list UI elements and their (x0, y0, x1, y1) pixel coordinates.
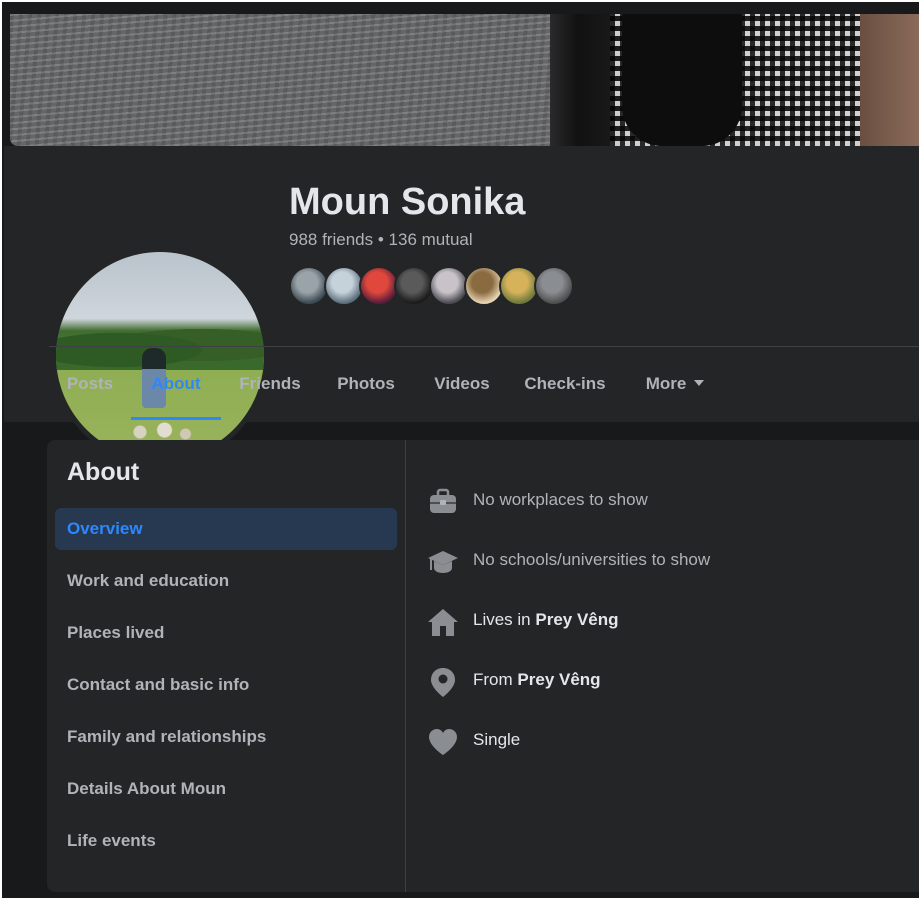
friend-avatar[interactable] (499, 266, 539, 306)
overview-lives: Lives in Prey Vêng (427, 604, 907, 640)
heart-icon (427, 726, 459, 758)
mutual-count[interactable]: 136 mutual (389, 230, 473, 249)
home-icon (427, 606, 459, 638)
friends-summary[interactable]: 988 friends • 136 mutual (289, 230, 473, 250)
about-nav-contact-info[interactable]: Contact and basic info (55, 664, 397, 706)
tab-check-ins[interactable]: Check-ins (519, 348, 611, 420)
overview-from: From Prey Vêng (427, 664, 907, 700)
about-card: About Overview Work and education Places… (47, 440, 919, 892)
profile-header: Moun Sonika 988 friends • 136 mutual Pos… (4, 146, 919, 465)
overview-school: No schools/universities to show (427, 544, 907, 580)
separator-dot: • (377, 230, 384, 249)
briefcase-icon (427, 486, 459, 518)
overview-school-text: No schools/universities to show (473, 550, 711, 569)
about-title: About (67, 458, 140, 486)
caret-down-icon (694, 379, 705, 386)
from-place-link[interactable]: Prey Vêng (517, 670, 600, 689)
about-nav-work-education[interactable]: Work and education (55, 560, 397, 602)
overview-from-text: From Prey Vêng (473, 670, 601, 689)
lives-place-link[interactable]: Prey Vêng (535, 610, 618, 629)
about-divider (405, 440, 406, 892)
tab-friends[interactable]: Friends (229, 348, 311, 420)
graduation-cap-icon (427, 546, 459, 578)
overview-relationship-text: Single (473, 730, 521, 749)
location-pin-icon (427, 666, 459, 698)
friend-avatar[interactable] (394, 266, 434, 306)
overview-work: No workplaces to show (427, 484, 907, 520)
about-nav-places-lived[interactable]: Places lived (55, 612, 397, 654)
friend-avatar[interactable] (324, 266, 364, 306)
friends-count[interactable]: 988 friends (289, 230, 373, 249)
friend-avatars (289, 266, 589, 306)
about-nav-life-events[interactable]: Life events (55, 820, 397, 862)
friend-avatar[interactable] (289, 266, 329, 306)
friend-avatar[interactable] (359, 266, 399, 306)
profile-name: Moun Sonika (289, 181, 526, 223)
overview-relationship: Single (427, 724, 907, 760)
about-nav-details[interactable]: Details About Moun (55, 768, 397, 810)
profile-page: Moun Sonika 988 friends • 136 mutual Pos… (2, 2, 919, 898)
about-nav-overview[interactable]: Overview (55, 508, 397, 550)
overview-work-text: No workplaces to show (473, 490, 648, 509)
friend-avatar[interactable] (429, 266, 469, 306)
tab-photos[interactable]: Photos (325, 348, 407, 420)
header-divider (49, 346, 919, 347)
overview-lives-text: Lives in Prey Vêng (473, 610, 619, 629)
friend-avatar[interactable] (534, 266, 574, 306)
profile-tabs: Posts About Friends Photos Videos Check-… (49, 348, 919, 420)
cover-photo[interactable] (10, 14, 919, 146)
friend-avatar[interactable] (464, 266, 504, 306)
tab-about[interactable]: About (131, 348, 221, 420)
tab-more[interactable]: More (635, 348, 715, 420)
tab-posts[interactable]: Posts (51, 348, 129, 420)
tab-videos[interactable]: Videos (421, 348, 503, 420)
about-nav-family-relationships[interactable]: Family and relationships (55, 716, 397, 758)
